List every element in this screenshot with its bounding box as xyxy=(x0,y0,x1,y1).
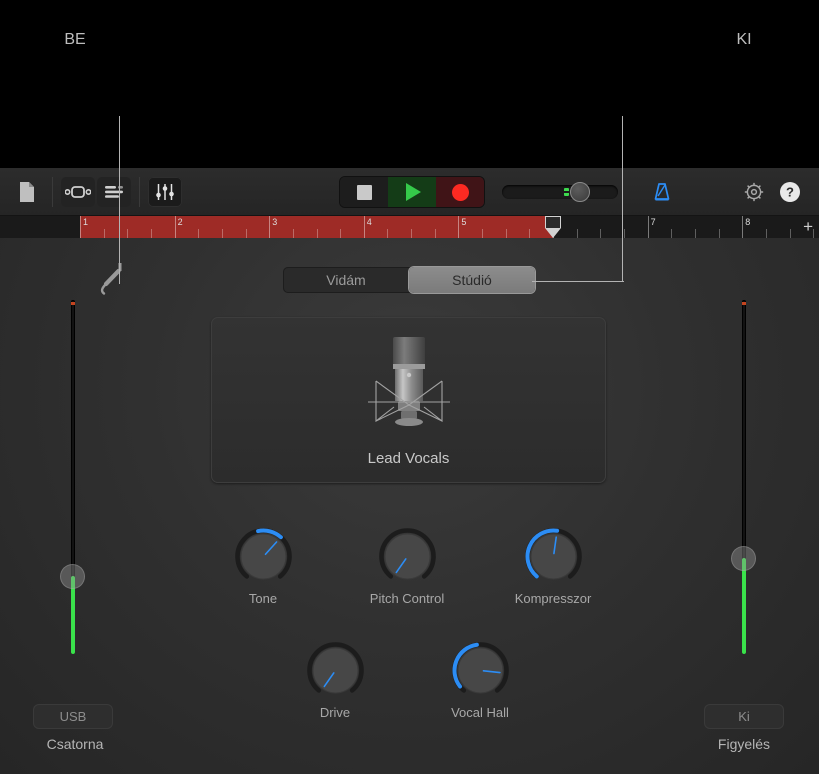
ruler-sub-tick xyxy=(387,229,388,238)
input-channel-button[interactable]: USB xyxy=(33,704,113,729)
knob-pitch-control[interactable]: Pitch Control xyxy=(347,528,467,606)
playhead-body xyxy=(545,216,561,228)
knob-tone-face[interactable] xyxy=(235,528,292,585)
output-fader-track[interactable] xyxy=(742,300,746,654)
output-peak-indicator xyxy=(742,302,746,305)
condenser-microphone-icon xyxy=(354,333,464,444)
knob-drive-face[interactable] xyxy=(307,642,364,699)
input-strip-title: BE xyxy=(0,31,150,49)
patch-name: Lead Vocals xyxy=(211,450,606,467)
ruler-sub-tick xyxy=(600,229,601,238)
mixer-icon[interactable] xyxy=(148,177,182,207)
callout-line-tabs-horizontal xyxy=(532,281,624,282)
toolbar-center-group xyxy=(340,168,618,216)
ruler-sub-tick xyxy=(577,229,578,238)
transport-controls xyxy=(340,177,484,207)
input-fader-knob[interactable] xyxy=(60,564,85,589)
output-strip-title: KI xyxy=(669,31,819,49)
knob-kompresszor-label: Kompresszor xyxy=(493,591,613,606)
ruler-sub-tick xyxy=(411,229,412,238)
knob-kompresszor-face[interactable] xyxy=(525,528,582,585)
knob-drive[interactable]: Drive xyxy=(275,642,395,720)
ruler-sub-tick xyxy=(198,229,199,238)
output-level-meter xyxy=(742,558,746,654)
ruler-bar-number: 2 xyxy=(175,217,183,227)
knob-vocal-hall[interactable]: Vocal Hall xyxy=(420,642,540,720)
tab-vidam[interactable]: Vidám xyxy=(283,267,409,293)
ruler-sub-tick xyxy=(624,229,625,238)
master-level-indicator xyxy=(564,188,569,196)
callout-line-input xyxy=(119,116,120,284)
playhead[interactable] xyxy=(545,216,561,238)
ruler-bar-number: 3 xyxy=(269,217,277,227)
garageband-window: ? 12345678 + Vidám Stúdió BE USB xyxy=(0,0,819,774)
callout-line-tabs-vertical xyxy=(622,116,623,282)
knob-tone[interactable]: Tone xyxy=(203,528,323,606)
knob-pitch-control-label: Pitch Control xyxy=(347,591,467,606)
knob-vocal-hall-label: Vocal Hall xyxy=(420,705,540,720)
ruler-sub-tick xyxy=(340,229,341,238)
input-peak-indicator xyxy=(71,302,75,305)
input-channel-caption: Csatorna xyxy=(0,736,150,752)
stop-icon xyxy=(357,185,372,200)
play-icon xyxy=(406,183,421,201)
master-volume-knob[interactable] xyxy=(570,182,590,202)
record-button[interactable] xyxy=(436,177,484,207)
ruler-sub-tick xyxy=(435,229,436,238)
monitor-button[interactable]: Ki xyxy=(704,704,784,729)
ruler-sub-tick xyxy=(246,229,247,238)
ruler-sub-tick xyxy=(222,229,223,238)
record-icon xyxy=(452,184,469,201)
input-cable-icon[interactable] xyxy=(96,262,128,296)
ruler-sub-tick xyxy=(317,229,318,238)
ruler-sub-tick xyxy=(506,229,507,238)
knob-pitch-control-face[interactable] xyxy=(379,528,436,585)
ruler-sub-tick xyxy=(529,229,530,238)
input-fader-track[interactable] xyxy=(71,300,75,654)
master-volume-slider[interactable] xyxy=(502,185,618,199)
play-button[interactable] xyxy=(388,177,436,207)
patch-panel[interactable]: Lead Vocals xyxy=(211,317,606,483)
ruler-sub-tick xyxy=(151,229,152,238)
ruler-bar-number: 5 xyxy=(458,217,466,227)
ruler-sub-tick xyxy=(293,229,294,238)
monitor-caption: Figyelés xyxy=(669,736,819,752)
preset-tabs: Vidám Stúdió xyxy=(283,267,535,293)
ruler-bar-number: 7 xyxy=(648,217,656,227)
ruler-bar-number: 4 xyxy=(364,217,372,227)
knob-tone-label: Tone xyxy=(203,591,323,606)
knob-drive-label: Drive xyxy=(275,705,395,720)
tab-studio[interactable]: Stúdió xyxy=(409,267,535,293)
knob-vocal-hall-face[interactable] xyxy=(452,642,509,699)
playhead-tip xyxy=(545,228,561,238)
stop-button[interactable] xyxy=(340,177,388,207)
knob-kompresszor[interactable]: Kompresszor xyxy=(493,528,613,606)
ruler-sub-tick xyxy=(482,229,483,238)
